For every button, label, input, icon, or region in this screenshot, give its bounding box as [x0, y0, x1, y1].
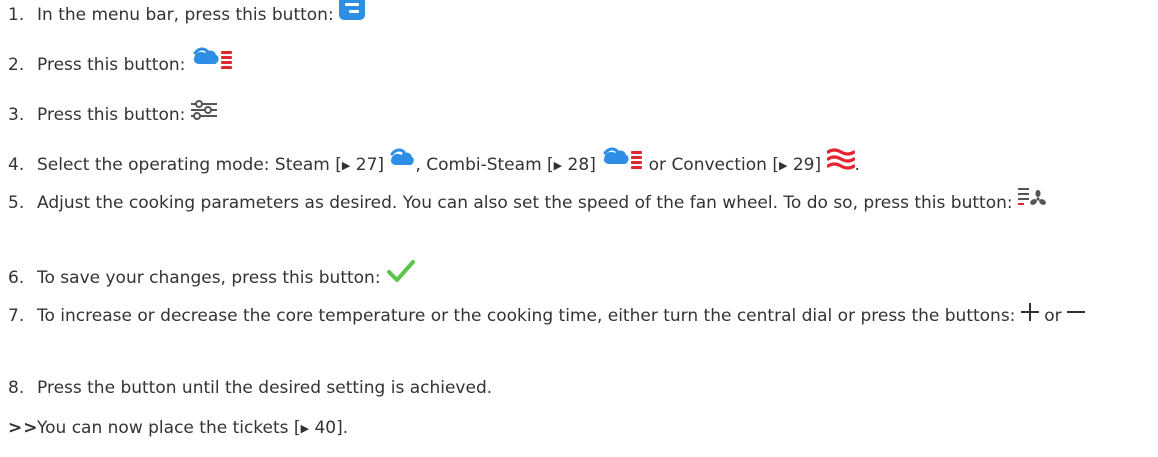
- page-reference[interactable]: [▶ 29]: [772, 155, 821, 175]
- step-number: 5.: [8, 193, 25, 213]
- separator-text: or: [643, 155, 667, 175]
- page-number: 28: [567, 155, 590, 175]
- step-number: 7.: [8, 306, 25, 326]
- page-number: 29: [792, 155, 815, 175]
- fan-speed-icon: [1018, 188, 1046, 218]
- step-4: 4. Select the operating mode: Steam [▶ 2…: [8, 147, 1147, 182]
- xref-arrow-icon: ▶: [300, 422, 310, 435]
- step-text: Press this button:: [37, 105, 186, 125]
- mode-convection-label: Convection: [671, 155, 767, 175]
- page-reference[interactable]: [▶ 27]: [335, 155, 384, 175]
- step-3: 3. Press this button:: [8, 100, 1147, 130]
- connector-text: or: [1038, 306, 1068, 326]
- combi-steam-mode-icon: [191, 47, 233, 80]
- separator-text: ,: [415, 155, 421, 175]
- minus-icon: [1067, 301, 1086, 331]
- step-5: 5. Adjust the cooking parameters as desi…: [8, 188, 1147, 218]
- xref-arrow-icon: ▶: [341, 159, 351, 172]
- result-text: You can now place the tickets [: [37, 418, 301, 438]
- step-2: 2. Press this button:: [8, 47, 1147, 80]
- xref-arrow-icon: ▶: [553, 159, 563, 172]
- page-reference[interactable]: ▶ 40: [301, 418, 337, 438]
- step-text: Press the button until the desired setti…: [37, 378, 493, 398]
- step-number: 4.: [8, 155, 25, 175]
- step-7: 7. To increase or decrease the core temp…: [8, 301, 1147, 331]
- step-number: 8.: [8, 378, 25, 398]
- step-text: In the menu bar, press this button:: [37, 5, 340, 25]
- step-text: Select the operating mode:: [37, 155, 275, 175]
- page-reference[interactable]: [▶ 28]: [547, 155, 596, 175]
- step-number: 3.: [8, 105, 25, 125]
- step-text: Press this button:: [37, 55, 191, 75]
- result-marker: >>: [8, 418, 39, 438]
- step-number: 2.: [8, 55, 25, 75]
- step-text: To increase or decrease the core tempera…: [37, 306, 1021, 326]
- result-line: >> You can now place the tickets [▶ 40].: [8, 413, 1147, 445]
- result-end-text: ].: [336, 418, 349, 438]
- mode-combi-steam-label: Combi-Steam: [426, 155, 542, 175]
- convection-icon: [825, 148, 856, 180]
- page-number: 27: [355, 155, 378, 175]
- menu-button-icon: [339, 0, 366, 30]
- page-number: 40: [314, 418, 337, 438]
- combi-steam-icon: [601, 147, 643, 180]
- checkmark-icon: [386, 260, 416, 293]
- steam-icon: [389, 148, 415, 180]
- xref-arrow-icon: ▶: [778, 159, 788, 172]
- step-text: Adjust the cooking parameters as desired…: [37, 193, 1013, 213]
- settings-sliders-icon: [190, 100, 217, 130]
- step-1: 1. In the menu bar, press this button:: [8, 0, 1147, 30]
- plus-icon: [1020, 301, 1039, 331]
- step-6: 6. To save your changes, press this butt…: [8, 260, 1147, 293]
- mode-steam-label: Steam: [274, 155, 330, 175]
- step-text: To save your changes, press this button:: [37, 268, 386, 288]
- separator-text: .: [854, 155, 860, 175]
- step-number: 6.: [8, 268, 25, 288]
- step-8: 8. Press the button until the desired se…: [8, 373, 1147, 403]
- step-number: 1.: [8, 5, 25, 25]
- instruction-list: 1. In the menu bar, press this button: 2…: [0, 0, 1158, 457]
